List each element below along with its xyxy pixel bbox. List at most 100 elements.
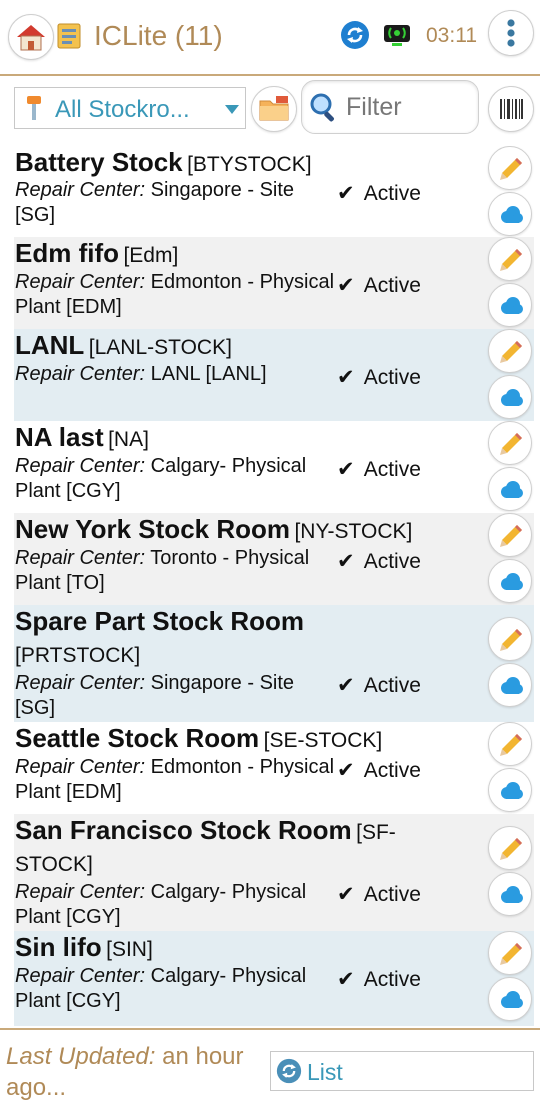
repair-center-label: Repair Center: [15,965,146,987]
pencil-icon [500,838,522,860]
cloud-button[interactable] [488,467,532,511]
check-icon: ✔ [337,274,355,297]
clock: 03:11 [426,24,477,47]
cloud-icon [501,677,523,694]
repair-center-label: Repair Center: [15,179,146,201]
repair-center-label: Repair Center: [15,271,146,293]
sync-icon[interactable] [340,20,370,50]
app-header: ICLite (11) 03:11 [0,0,540,74]
edit-button[interactable] [488,722,532,766]
item-name: LANL [15,330,85,360]
item-code: [PRTSTOCK] [15,644,141,667]
stockroom-select[interactable]: All Stockro... [14,87,246,129]
view-select-value: List [307,1059,343,1085]
cloud-icon [501,389,523,406]
search-icon [310,93,334,122]
edit-button[interactable] [488,617,532,661]
cloud-icon [501,481,523,498]
cloud-icon [501,782,523,799]
cloud-button[interactable] [488,559,532,603]
folder-button[interactable] [251,86,297,132]
cloud-button[interactable] [488,768,532,812]
item-name: New York Stock Room [15,514,290,544]
item-code: [NA] [108,428,149,451]
repair-center-value: LANL [LANL] [150,363,267,385]
status-text: Active [363,550,421,573]
stockroom-list: Battery Stock [BTYSTOCK] Repair Center: … [0,146,540,1026]
menu-button[interactable] [488,10,534,56]
edit-button[interactable] [488,329,532,373]
pencil-icon [500,158,522,180]
cloud-button[interactable] [488,192,532,236]
list-item[interactable]: San Francisco Stock Room [SF-STOCK] Repa… [14,814,534,931]
edit-button[interactable] [488,146,532,190]
repair-center-label: Repair Center: [15,547,146,569]
list-item[interactable]: Edm fifo [Edm] Repair Center: Edmonton -… [14,237,534,329]
item-name: Spare Part Stock Room [15,606,304,636]
pencil-icon [500,249,522,271]
check-icon: ✔ [337,458,355,481]
cloud-button[interactable] [488,375,532,419]
item-code: [NY-STOCK] [294,520,413,543]
network-icon[interactable] [381,20,413,50]
item-code: [LANL-STOCK] [88,336,232,359]
pencil-icon [500,943,522,965]
item-code: [BTYSTOCK] [187,153,312,176]
pencil-icon [500,525,522,547]
filter-box [301,80,479,134]
status-text: Active [363,182,421,205]
barcode-icon [500,99,523,119]
status-text: Active [363,674,421,697]
list-item[interactable]: New York Stock Room [NY-STOCK] Repair Ce… [14,513,534,605]
status-text: Active [363,274,421,297]
pencil-icon [500,734,522,756]
edit-button[interactable] [488,826,532,870]
view-select[interactable]: List [270,1051,534,1091]
list-item[interactable]: NA last [NA] Repair Center: Calgary- Phy… [14,421,534,513]
home-button[interactable] [8,14,54,60]
repair-center-label: Repair Center: [15,756,146,778]
item-name: Battery Stock [15,147,183,177]
footer-divider [0,1028,540,1030]
list-item[interactable]: Seattle Stock Room [SE-STOCK] Repair Cen… [14,722,534,814]
pencil-icon [500,433,522,455]
item-name: Edm fifo [15,238,119,268]
filter-input[interactable] [346,91,474,123]
list-item[interactable]: Spare Part Stock Room [PRTSTOCK] Repair … [14,605,534,722]
cloud-button[interactable] [488,283,532,327]
app-title: ICLite (11) [94,20,223,51]
list-item[interactable]: Sin lifo [SIN] Repair Center: Calgary- P… [14,931,534,1026]
cloud-button[interactable] [488,663,532,707]
barcode-button[interactable] [488,86,534,132]
header-divider [0,74,540,76]
edit-button[interactable] [488,513,532,557]
check-icon: ✔ [337,883,355,906]
repair-center-label: Repair Center: [15,363,146,385]
edit-button[interactable] [488,931,532,975]
list-item[interactable]: LANL [LANL-STOCK] Repair Center: LANL [L… [14,329,534,421]
cloud-icon [501,297,523,314]
cloud-icon [501,991,523,1008]
home-icon [17,25,45,51]
item-code: [Edm] [123,244,179,267]
item-code: [SIN] [106,938,153,961]
cloud-icon [501,886,523,903]
cloud-icon [501,206,523,223]
list-item[interactable]: Battery Stock [BTYSTOCK] Repair Center: … [14,146,534,237]
check-icon: ✔ [337,674,355,697]
edit-button[interactable] [488,237,532,281]
status-text: Active [363,366,421,389]
item-name: NA last [15,422,104,452]
check-icon: ✔ [337,968,355,991]
status-text: Active [363,759,421,782]
status-text: Active [363,968,421,991]
check-icon: ✔ [337,366,355,389]
cloud-button[interactable] [488,872,532,916]
last-updated-label: Last Updated: [6,1043,156,1070]
edit-button[interactable] [488,421,532,465]
app-icon [57,23,81,49]
check-icon: ✔ [337,182,355,205]
item-name: San Francisco Stock Room [15,815,352,845]
cloud-button[interactable] [488,977,532,1021]
status-text: Active [363,883,421,906]
